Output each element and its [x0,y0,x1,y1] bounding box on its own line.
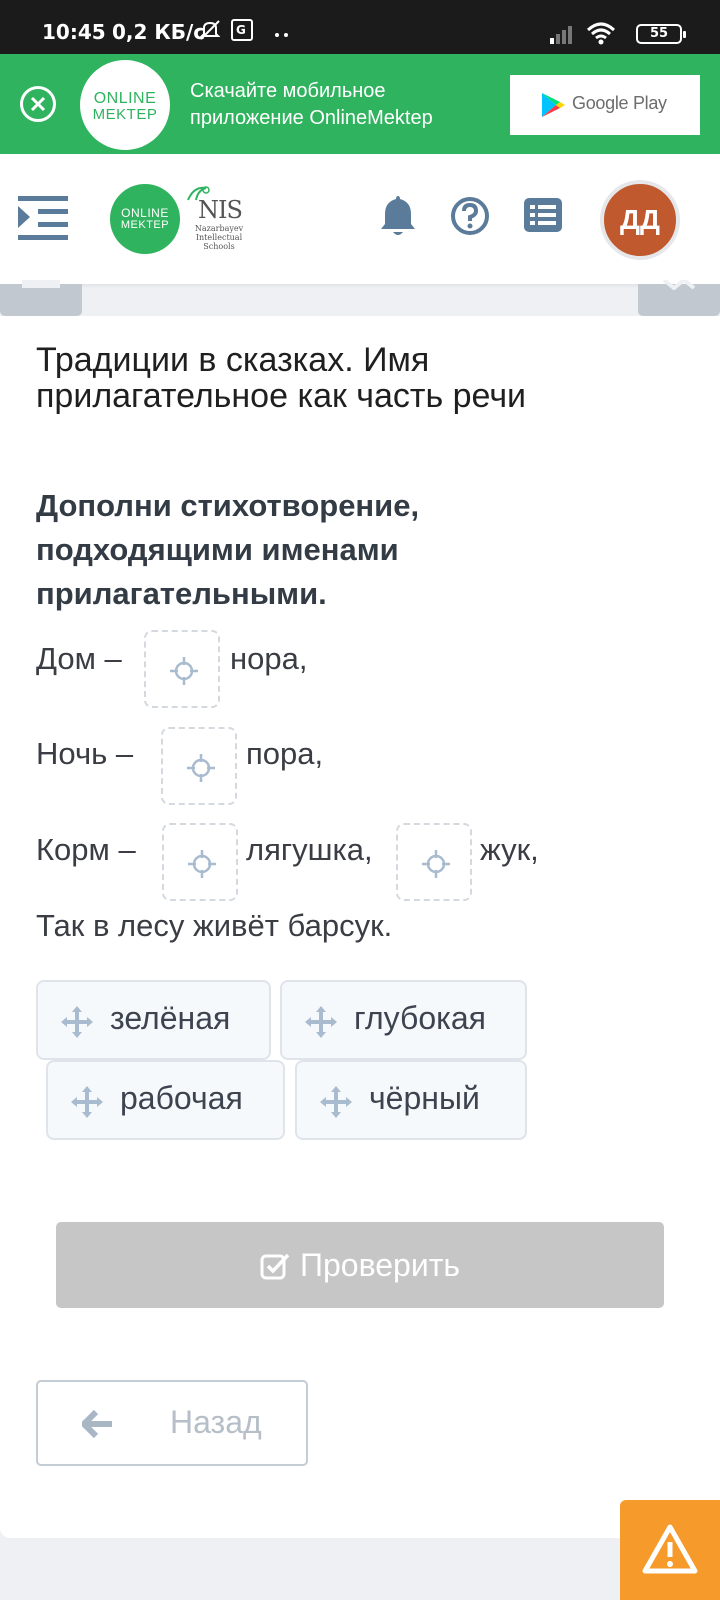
move-icon [61,1006,93,1038]
task-instruction: Дополни стихотворение, подходящими имена… [36,488,420,611]
check-button[interactable]: Проверить [56,1222,664,1308]
onlinemektep-logo[interactable]: ONLINE MEKTEP [110,184,180,254]
target-icon [170,657,198,685]
network-speed: 0,2 КБ/с [112,20,206,44]
answer-option[interactable]: рабочая [46,1060,285,1140]
banner-text: Скачайте мобильное приложение OnlineMekt… [190,80,433,129]
target-icon [188,850,216,878]
answer-option[interactable]: чёрный [295,1060,527,1140]
battery-indicator: 55 [636,24,686,44]
poem-line1-end: нора, [230,641,308,676]
answer-option-label: зелёная [110,1000,231,1036]
move-icon [71,1086,103,1118]
back-button-label: Назад [170,1404,262,1440]
bell-icon[interactable] [380,194,416,242]
prev-tab-handle[interactable] [0,280,82,316]
target-icon [422,850,450,878]
menu-icon[interactable] [18,196,70,246]
checkbox-icon [260,1253,290,1280]
answer-option-label: чёрный [369,1080,480,1116]
poem-line3-mid: лягушка, [246,832,373,867]
move-icon [305,1006,337,1038]
check-button-label: Проверить [299,1247,461,1283]
poem-line4: Так в лесу живёт барсук. [36,908,393,943]
close-icon [30,96,46,112]
target-icon [187,754,215,782]
mute-icon [198,18,222,46]
answer-option-label: рабочая [120,1080,243,1116]
more-dots-icon [274,24,290,43]
translate-icon: G [230,18,254,46]
warning-icon [642,1524,698,1574]
poem-line3-start: Корм – [36,832,136,867]
close-banner-button[interactable] [20,86,56,122]
answer-option[interactable]: зелёная [36,980,271,1060]
back-button[interactable]: Назад [36,1380,308,1466]
app-download-banner: ONLINE MEKTEP Скачайте мобильное приложе… [0,54,720,154]
onlinemektep-logo: ONLINE MEKTEP [80,60,170,150]
list-icon[interactable] [524,198,562,236]
drop-zone-1[interactable] [144,630,220,708]
drop-zone-4[interactable] [396,823,472,901]
status-time: 10:45 [42,20,106,44]
help-icon[interactable] [450,196,490,240]
next-tab-handle[interactable] [638,280,720,316]
poem-line1-start: Дом – [36,641,122,676]
nis-logo: NIS Nazarbayev Intellectual Schools [184,184,250,254]
status-bar: 10:45 0,2 КБ/с G 55 [0,0,720,54]
lesson-card: Традиции в сказках. Имя прилагательное к… [0,316,720,1538]
svg-text:G: G [236,23,246,37]
poem-line2-start: Ночь – [36,736,134,771]
google-play-label: Google Play [572,93,667,113]
move-icon [320,1086,352,1118]
report-problem-button[interactable] [620,1500,720,1600]
arrow-left-icon [82,1410,112,1438]
lesson-title: Традиции в сказках. Имя прилагательное к… [36,341,527,415]
poem-line3-end: жук, [480,832,539,867]
user-avatar[interactable]: ДД [600,180,680,260]
drop-zone-2[interactable] [161,727,237,805]
signal-icon [548,22,576,50]
poem-line2-end: пора, [246,736,324,771]
drop-zone-3[interactable] [162,823,238,901]
answer-option[interactable]: глубокая [280,980,527,1060]
answer-option-label: глубокая [354,1000,486,1036]
app-header: ONLINE MEKTEP NIS Nazarbayev Intellectua… [0,154,720,284]
google-play-icon [542,93,565,117]
wifi-icon [586,20,616,50]
google-play-button[interactable]: Google Play [510,75,700,135]
